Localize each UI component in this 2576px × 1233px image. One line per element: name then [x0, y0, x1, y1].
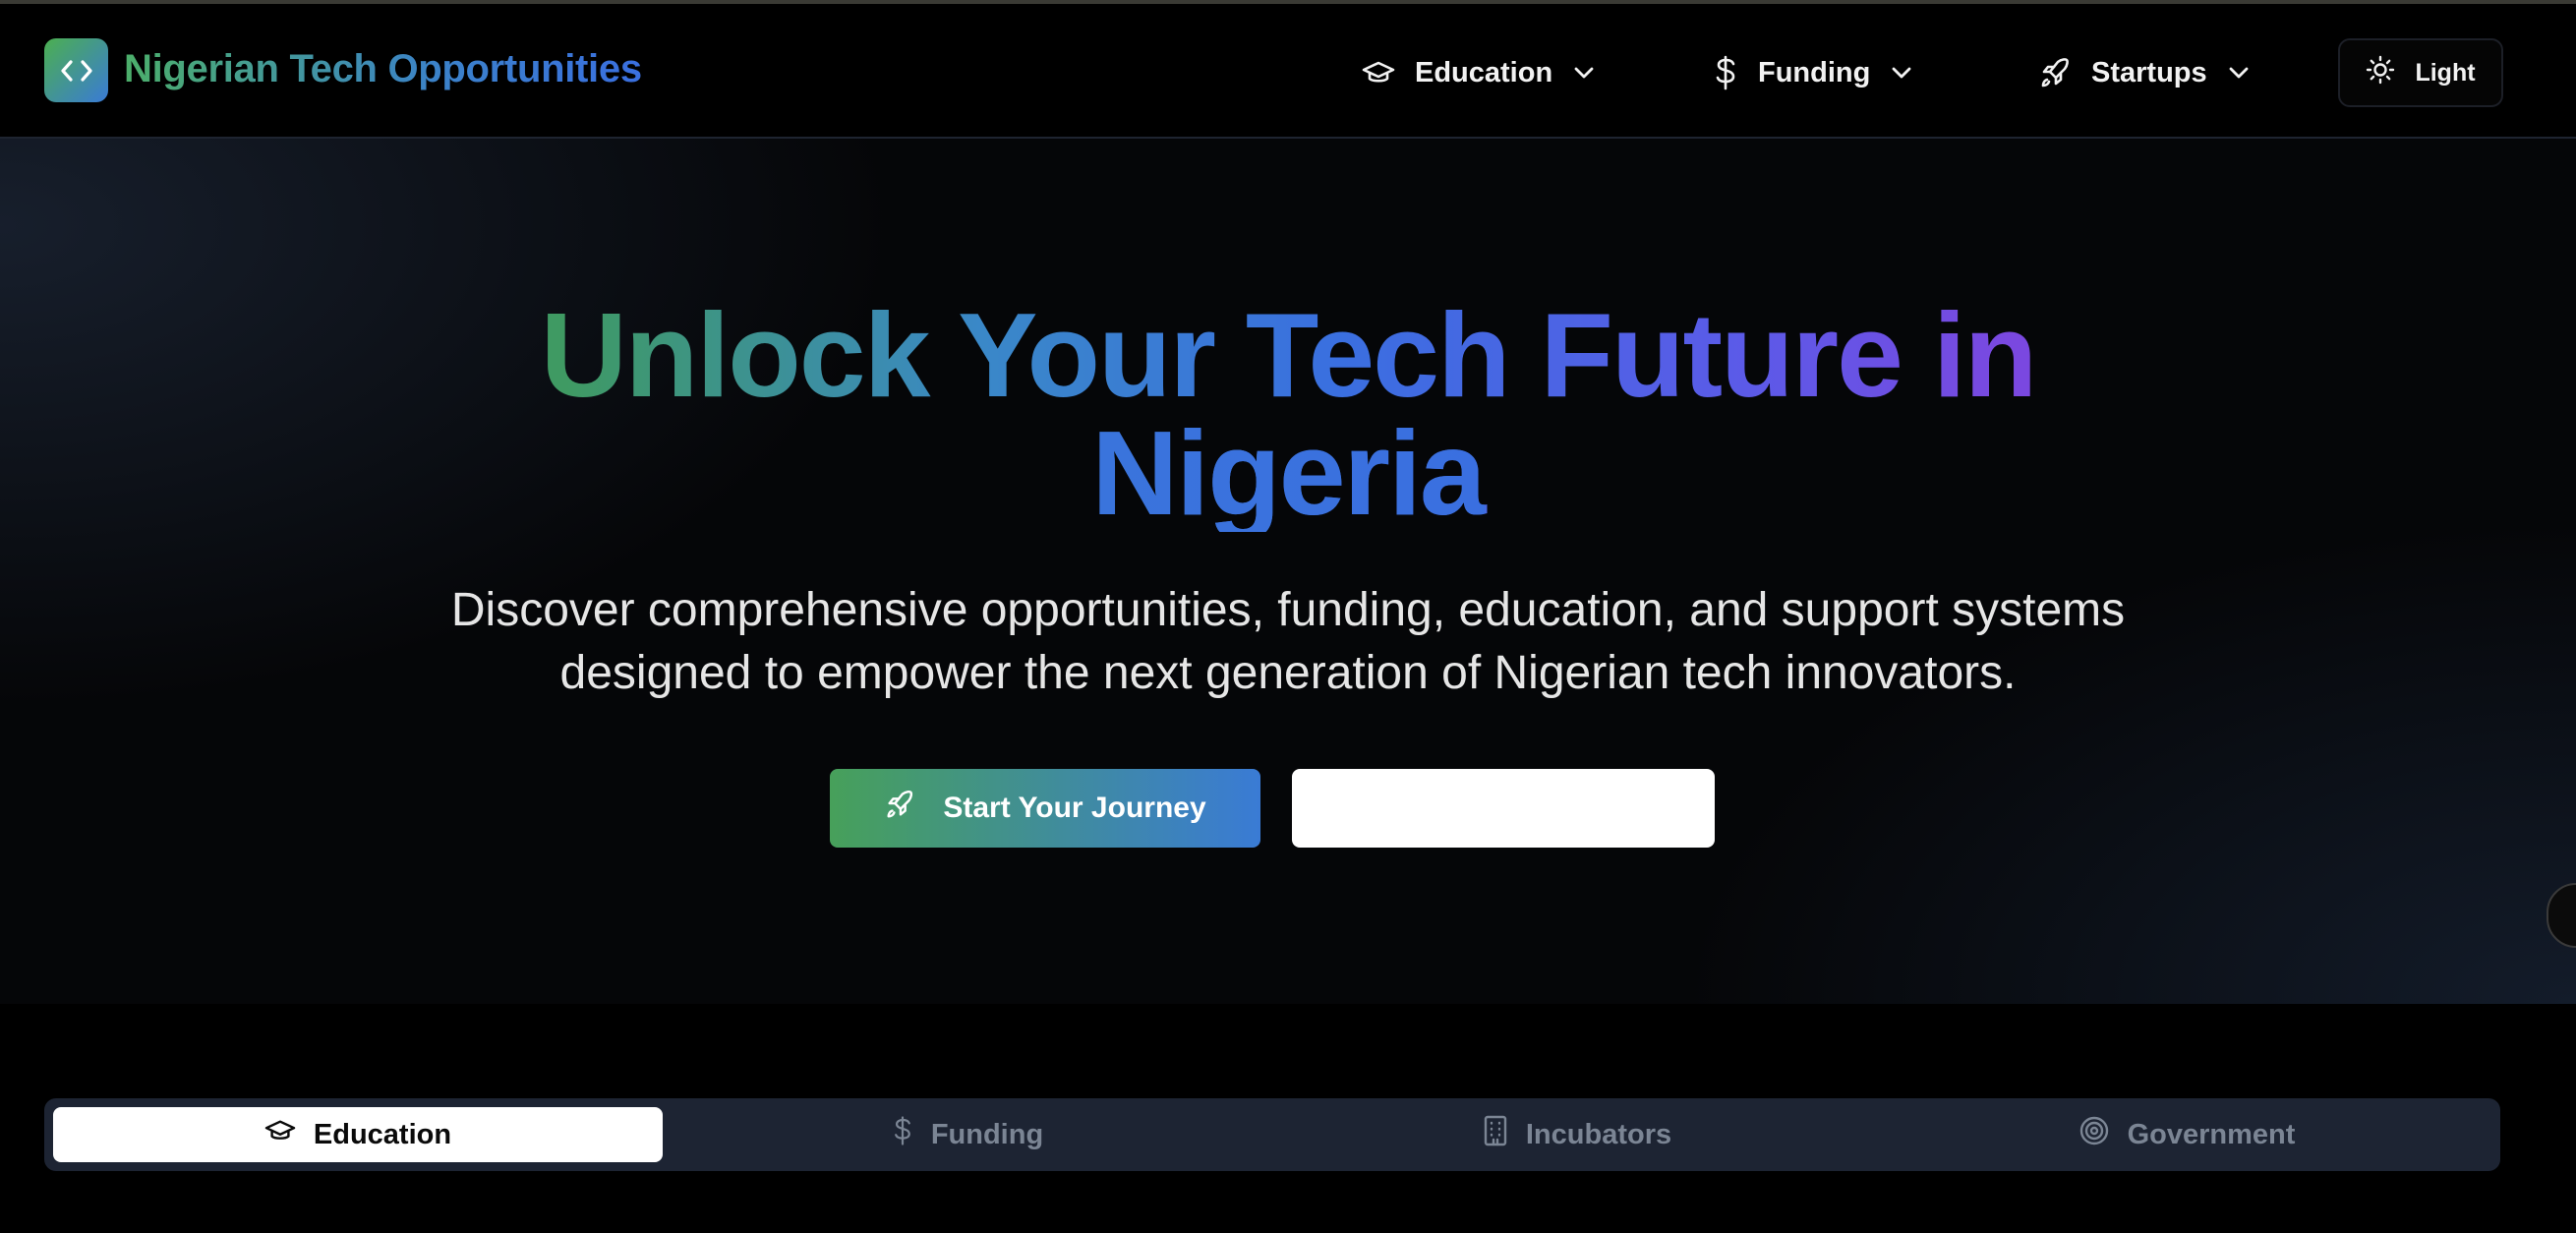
theme-toggle-label: Light [2415, 58, 2476, 87]
hero-title: Unlock Your Tech Future in Nigeria [0, 288, 2576, 540]
chevron-down-icon [1890, 65, 1913, 81]
graduation-cap-icon [1362, 58, 1395, 88]
graduation-cap-icon [264, 1117, 296, 1152]
hero-subtitle: Discover comprehensive opportunities, fu… [450, 584, 2126, 699]
secondary-button[interactable] [1292, 769, 1715, 848]
tab-government[interactable]: Government [1882, 1107, 2491, 1162]
start-journey-label: Start Your Journey [943, 792, 1206, 824]
hero-section: Unlock Your Tech Future in Nigeria Disco… [0, 139, 2576, 1004]
site-title[interactable]: Nigerian Tech Opportunities [124, 47, 642, 91]
nav-education[interactable]: Education [1362, 43, 1596, 102]
target-icon [2078, 1115, 2110, 1154]
tab-funding[interactable]: Funding [663, 1107, 1272, 1162]
tab-government-label: Government [2127, 1118, 2296, 1150]
accessibility-widget-icon[interactable] [2547, 883, 2576, 948]
rocket-icon [2038, 56, 2072, 89]
chevron-down-icon [1572, 65, 1596, 81]
building-icon [1483, 1115, 1508, 1154]
page: Nigerian Tech Opportunities Education Fu [0, 0, 2576, 1233]
tab-incubators[interactable]: Incubators [1272, 1107, 1882, 1162]
tab-education-label: Education [313, 1118, 452, 1150]
category-tabs: Education Funding Incubators Government [44, 1098, 2500, 1171]
tab-education[interactable]: Education [53, 1107, 663, 1162]
nav-funding-label: Funding [1758, 56, 1871, 88]
tab-funding-label: Funding [930, 1118, 1044, 1150]
tab-incubators-label: Incubators [1525, 1118, 1672, 1150]
nav-funding[interactable]: Funding [1713, 43, 1913, 102]
chevron-down-icon [2227, 65, 2251, 81]
rocket-icon [884, 789, 915, 828]
nav-startups-label: Startups [2091, 56, 2207, 88]
site-header: Nigerian Tech Opportunities Education Fu [0, 4, 2576, 139]
nav-startups[interactable]: Startups [2038, 43, 2251, 102]
theme-toggle-button[interactable]: Light [2338, 38, 2503, 107]
nav-education-label: Education [1415, 56, 1553, 88]
dollar-icon [1713, 55, 1738, 90]
hero-title-line1: Unlock Your Tech Future in [540, 288, 2036, 422]
code-brackets-icon[interactable] [44, 38, 108, 102]
sun-icon [2366, 55, 2395, 91]
hero-title-line2: Nigeria [1091, 406, 1487, 540]
start-journey-button[interactable]: Start Your Journey [830, 769, 1260, 848]
dollar-icon [892, 1115, 913, 1154]
